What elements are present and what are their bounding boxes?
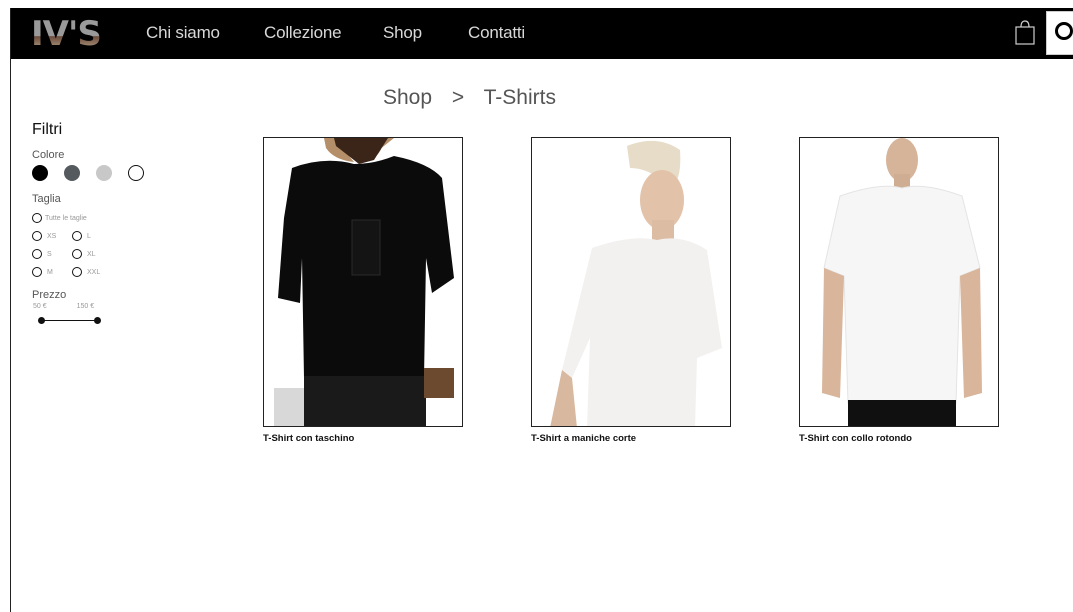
product-image[interactable] [263,137,463,427]
size-label-xl: XL [87,250,96,258]
radio-size-s[interactable] [32,249,42,259]
radio-size-xs[interactable] [32,231,42,241]
breadcrumb: Shop > T-Shirts [383,86,570,110]
breadcrumb-current: T-Shirts [483,86,556,109]
product-card[interactable]: T-Shirt con taschino [263,137,463,444]
price-min: 50 € [33,303,47,310]
product-name[interactable]: T-Shirt con taschino [263,433,463,444]
price-slider[interactable] [32,314,102,326]
color-swatch-white[interactable] [128,165,144,181]
price-slider-track [40,320,96,321]
radio-size-m[interactable] [32,267,42,277]
size-label-s: S [47,250,52,258]
color-swatch-black[interactable] [32,165,48,181]
nav-link-chi-siamo[interactable]: Chi siamo [146,23,220,43]
color-swatches [32,165,172,181]
radio-size-l[interactable] [72,231,82,241]
price-filter-label: Prezzo [32,289,67,301]
color-filter-label: Colore [32,149,65,161]
size-label-xxl: XXL [87,268,101,276]
price-range-labels: 50 € 150 € [33,303,172,310]
product-name[interactable]: T-Shirt a maniche corte [531,433,731,444]
color-swatch-darkgray[interactable] [64,165,80,181]
product-image[interactable] [531,137,731,427]
product-card[interactable]: T-Shirt con collo rotondo [799,137,999,444]
size-label-all: Tutte le taglie [45,214,87,222]
nav-link-shop[interactable]: Shop [383,23,422,43]
size-option-all[interactable]: Tutte le taglie [32,209,172,227]
filters-panel: Filtri Colore Taglia Tutte le taglie XS … [32,121,172,326]
search-icon [1055,22,1073,40]
price-slider-max-handle[interactable] [94,317,101,324]
search-button[interactable] [1046,11,1073,55]
size-label-l: L [87,232,91,240]
size-row: M XXL [32,263,172,281]
size-label-xs: XS [47,232,57,240]
product-name[interactable]: T-Shirt con collo rotondo [799,433,999,444]
nav-link-collezione[interactable]: Collezione [264,23,342,43]
price-max: 150 € [76,303,95,310]
shopping-bag-icon[interactable] [1014,20,1036,46]
size-row: S XL [32,245,172,263]
radio-size-xxl[interactable] [72,267,82,277]
breadcrumb-shop[interactable]: Shop [383,86,432,109]
radio-all-sizes[interactable] [32,213,42,223]
price-slider-min-handle[interactable] [38,317,45,324]
product-image[interactable] [799,137,999,427]
size-label-m: M [47,268,53,276]
nav-link-contatti[interactable]: Contatti [468,23,525,43]
product-card[interactable]: T-Shirt a maniche corte [531,137,731,444]
size-filter-label: Taglia [32,193,61,205]
color-swatch-lightgray[interactable] [96,165,112,181]
size-row: XS L [32,227,172,245]
radio-size-xl[interactable] [72,249,82,259]
brand-logo[interactable]: IV'S [31,14,102,54]
breadcrumb-separator: > [451,86,465,109]
navbar: IV'S Chi siamo Collezione Shop Contatti [11,8,1073,59]
filters-title: Filtri [32,121,63,138]
